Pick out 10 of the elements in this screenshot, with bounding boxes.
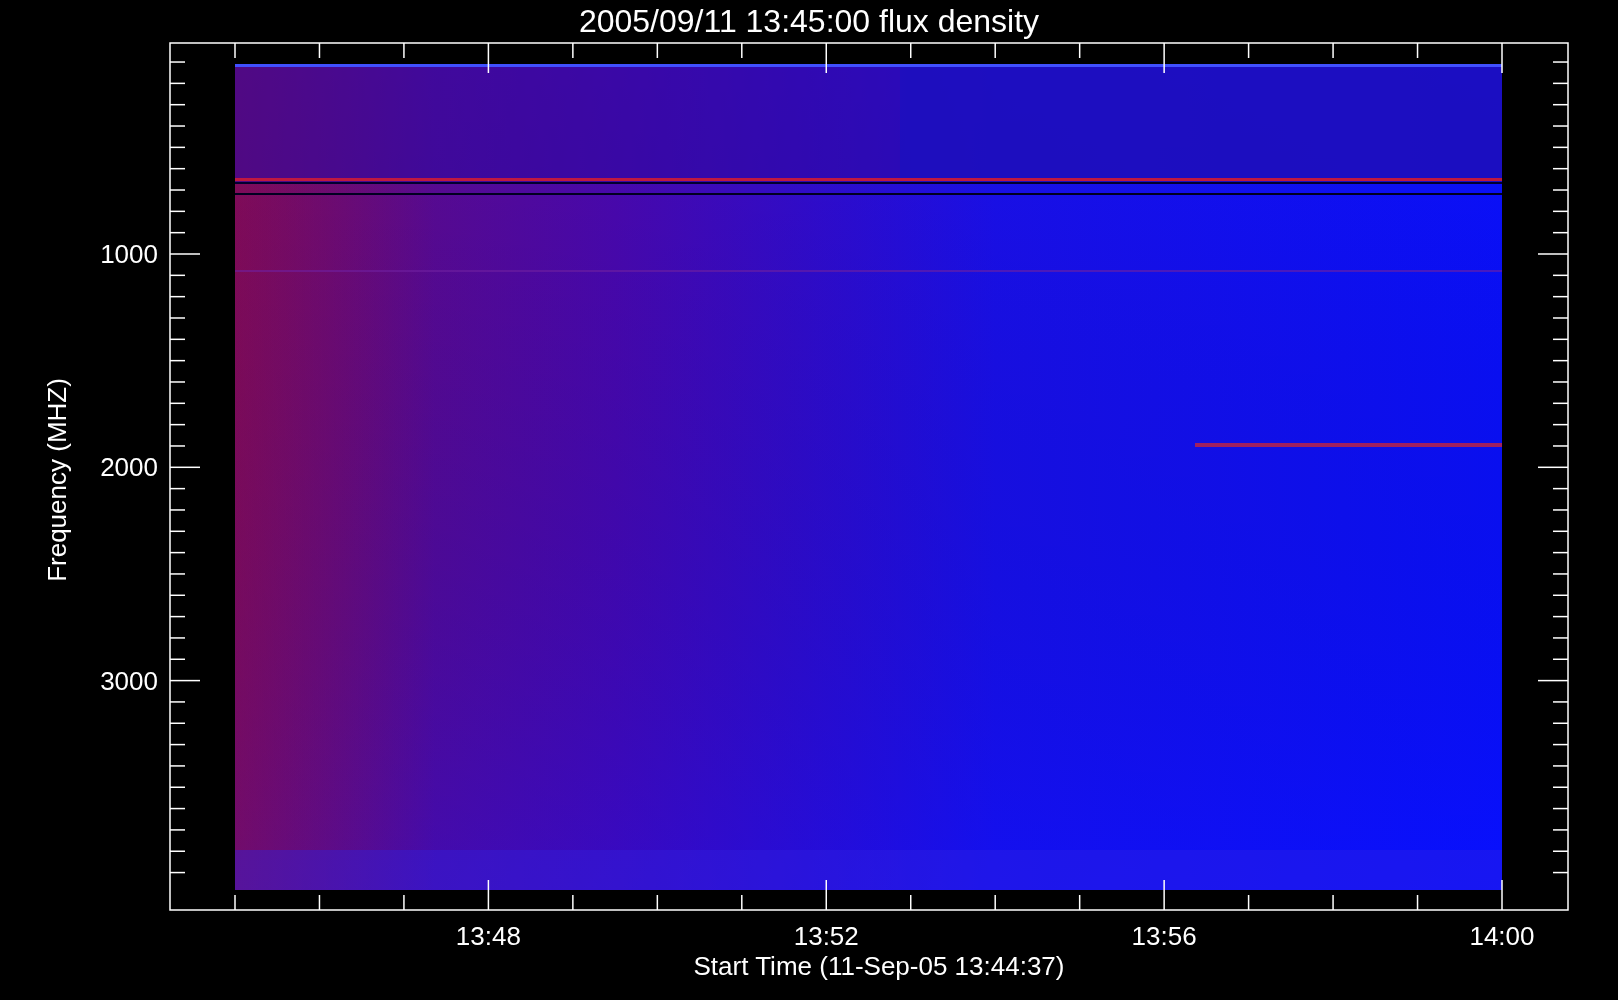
plot-title: 2005/09/11 13:45:00 flux density xyxy=(578,3,1040,39)
axis-label: Start Time (11-Sep-05 13:44:37) xyxy=(693,951,1065,981)
tick-label: 1000 xyxy=(100,239,158,269)
tick-label: 13:56 xyxy=(1131,921,1197,951)
tick-label: 3000 xyxy=(100,665,158,696)
tick-label: 13:52 xyxy=(793,921,859,951)
tick-label: 13:48 xyxy=(455,921,521,951)
tick-label: 2000 xyxy=(100,452,158,483)
tick-label: 14:00 xyxy=(1469,921,1535,951)
axis-label: Frequency (MHZ) xyxy=(42,378,72,582)
